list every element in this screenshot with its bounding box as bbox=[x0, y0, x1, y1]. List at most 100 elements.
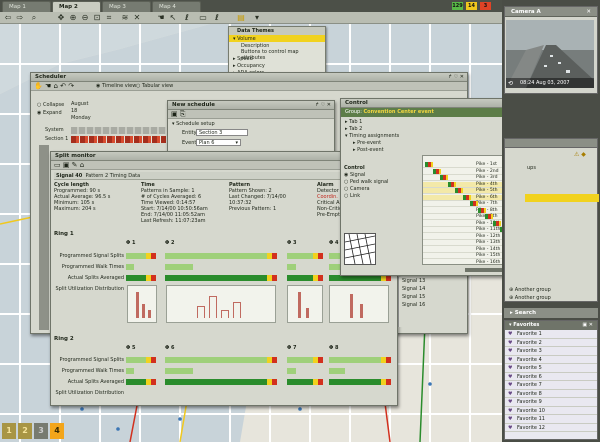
curve-alt-icon[interactable]: ℓ bbox=[212, 13, 222, 23]
ring2-programmed-walk-times-label: Programmed Walk Times bbox=[61, 368, 124, 374]
page-1-button[interactable]: 1 bbox=[2, 423, 16, 439]
phase-1-actual bbox=[126, 379, 146, 385]
split-toolbar-icons[interactable]: ▭ ▣ ✎ ⌂ bbox=[51, 161, 84, 169]
timing-cell-yellow[interactable] bbox=[461, 188, 463, 193]
zoom-area-icon[interactable]: ⊡ bbox=[92, 13, 102, 23]
forward-arrow-icon[interactable]: ⇨ bbox=[15, 13, 25, 23]
select-hand-icon[interactable]: ☚ bbox=[156, 13, 166, 23]
timing-cell-yellow[interactable] bbox=[453, 181, 456, 187]
curve-tool-icon[interactable]: ℓ bbox=[182, 13, 192, 23]
favorite-item[interactable]: ♥ Favorite 5 bbox=[505, 364, 597, 373]
favorite-item[interactable]: ♥ Favorite 8 bbox=[505, 390, 597, 398]
matrix-scrollbar[interactable] bbox=[465, 268, 505, 272]
pan-icon[interactable]: ✥ bbox=[56, 13, 66, 23]
favorite-heart-icon: ♥ bbox=[508, 407, 513, 414]
camera-feed[interactable]: 08:24 Aug 03, 2007 ⟲ bbox=[506, 20, 594, 88]
signal-list-item[interactable]: Signal 16 bbox=[399, 301, 456, 309]
tabular-view-radio[interactable]: ○ Tabular view bbox=[136, 83, 173, 89]
phase-1-actual-red bbox=[151, 275, 156, 281]
data-themes-occupancy[interactable]: ▸ Occupancy bbox=[229, 62, 325, 69]
back-arrow-icon[interactable]: ⇦ bbox=[3, 13, 13, 23]
favorite-item[interactable]: ♥ Favorite 4 bbox=[505, 356, 597, 364]
phase-2-walk bbox=[165, 264, 193, 270]
scheduler-toolbar: ✋ ☚ ⌂ ↶ ↷ ◉ Timeline view ○ Tabular view bbox=[31, 82, 467, 91]
data-themes-speed[interactable]: ▸ Speed bbox=[229, 55, 325, 62]
page-2-button[interactable]: 2 bbox=[18, 423, 32, 439]
schedule-setup-label[interactable]: ▾ Schedule setup bbox=[168, 119, 334, 127]
timing-cell-yellow[interactable] bbox=[483, 207, 486, 213]
timing-cell-yellow[interactable] bbox=[431, 162, 433, 167]
chevron-down-icon[interactable]: ▾ bbox=[252, 13, 262, 23]
option-signal[interactable]: ◉ Signal bbox=[344, 172, 388, 179]
collapse-radio[interactable]: ○ Collapse bbox=[37, 102, 64, 108]
phase-6-label: Φ 6 bbox=[165, 345, 175, 351]
group-action-icons[interactable]: ⚠ ◆ bbox=[574, 151, 596, 159]
phase-3-actual bbox=[287, 379, 313, 385]
signal-list-item[interactable]: Signal 13 bbox=[399, 277, 456, 285]
group-selected[interactable] bbox=[525, 194, 599, 202]
entity-field[interactable]: Section 3 bbox=[196, 129, 248, 136]
tools-icon[interactable]: ✕ bbox=[132, 13, 142, 23]
camera-timestamp: 08:24 Aug 03, 2007 bbox=[520, 80, 570, 86]
zoom-icon[interactable]: ⌕ bbox=[29, 13, 39, 23]
expand-radio[interactable]: ◉ Expand bbox=[37, 110, 62, 116]
refresh-icon[interactable]: ⟲ bbox=[508, 80, 513, 87]
data-themes-volume[interactable]: ▾ Volume bbox=[229, 35, 325, 42]
signal-list-item[interactable]: Signal 14 bbox=[399, 285, 456, 293]
phase-1-red bbox=[151, 357, 156, 363]
status-badge-yellow[interactable]: 14 bbox=[466, 2, 477, 10]
tab-map-2[interactable]: Map 2 bbox=[52, 1, 101, 12]
page-4-button[interactable]: 4 bbox=[50, 423, 64, 439]
phase-2-label: Φ 2 bbox=[165, 240, 175, 246]
window-controls[interactable]: ↱ ♡ ✕ bbox=[315, 102, 331, 108]
favorite-item[interactable]: ♥ Favorite 11 bbox=[505, 415, 597, 424]
tab-map-3[interactable]: Map 3 bbox=[102, 1, 151, 12]
favorite-item[interactable]: ♥ Favorite 7 bbox=[505, 381, 597, 390]
timing-cell-yellow[interactable] bbox=[476, 201, 478, 206]
fit-icon[interactable]: ⌗ bbox=[104, 13, 114, 23]
timing-cell-yellow[interactable] bbox=[498, 220, 501, 226]
timing-cell-yellow[interactable] bbox=[438, 168, 441, 174]
favorite-item[interactable]: ♥ Favorite 1 bbox=[505, 330, 597, 339]
favorite-item[interactable]: ♥ Favorite 12 bbox=[505, 424, 597, 432]
timeline-view-radio[interactable]: ◉ Timeline view bbox=[96, 83, 136, 89]
layers-icon[interactable]: ≋ bbox=[120, 13, 130, 23]
signal-list-item[interactable]: Signal 15 bbox=[399, 293, 456, 301]
data-themes-icon[interactable]: ▤ bbox=[236, 13, 246, 23]
option-link[interactable]: ○ Link bbox=[344, 193, 388, 200]
timing-cell-yellow[interactable] bbox=[491, 214, 493, 219]
favorite-item[interactable]: ♥ Favorite 6 bbox=[505, 373, 597, 381]
timing-cell-yellow[interactable] bbox=[468, 194, 471, 200]
search-header[interactable]: ▸ Search bbox=[504, 308, 598, 318]
tab-map-1[interactable]: Map 1 bbox=[2, 1, 51, 12]
pike-label: Pike - 14th bbox=[476, 246, 501, 252]
tab-map-4[interactable]: Map 4 bbox=[152, 1, 201, 12]
favorite-item[interactable]: ♥ Favorite 10 bbox=[505, 407, 597, 415]
favorite-item[interactable]: ♥ Favorite 3 bbox=[505, 347, 597, 356]
pike-label: Pike - 11th bbox=[476, 227, 501, 232]
pointer-icon[interactable]: ↖ bbox=[168, 13, 178, 23]
section-timeline[interactable] bbox=[71, 136, 166, 143]
option-ped-walk-signal[interactable]: ○ Ped walk signal bbox=[344, 179, 388, 186]
status-badge-green[interactable]: 129 bbox=[452, 2, 463, 10]
system-timeline[interactable] bbox=[71, 127, 166, 134]
favorite-item[interactable]: ♥ Favorite 2 bbox=[505, 339, 597, 347]
ruler-icon[interactable]: ▭ bbox=[198, 13, 208, 23]
timing-cell-yellow[interactable] bbox=[446, 175, 448, 180]
mini-map[interactable] bbox=[344, 233, 376, 265]
scheduler-tool-icons[interactable]: ✋ ☚ ⌂ ↶ ↷ bbox=[34, 82, 74, 90]
save-icon[interactable]: ▣ ⎘ bbox=[168, 110, 185, 118]
group-item[interactable]: ⊕ Another group bbox=[509, 287, 551, 293]
scheduler-scrollbar[interactable] bbox=[39, 145, 49, 330]
time-block: Time Patterns in Sample: 1 # of Cycles Av… bbox=[141, 182, 208, 224]
status-badge-red[interactable]: 3 bbox=[480, 2, 491, 10]
zoom-in-icon[interactable]: ⊕ bbox=[68, 13, 78, 23]
favorite-label: Favorite 4 bbox=[517, 356, 542, 363]
favorite-item[interactable]: ♥ Favorite 9 bbox=[505, 398, 597, 407]
zoom-out-icon[interactable]: ⊖ bbox=[80, 13, 90, 23]
event-select[interactable]: Plan 6 ▾ bbox=[196, 139, 241, 146]
group-item[interactable]: ⊕ Another group bbox=[509, 295, 551, 301]
option-camera[interactable]: ○ Camera bbox=[344, 186, 388, 193]
window-controls[interactable]: ↱ ♡ ✕ bbox=[448, 74, 464, 80]
page-3-button[interactable]: 3 bbox=[34, 423, 48, 439]
